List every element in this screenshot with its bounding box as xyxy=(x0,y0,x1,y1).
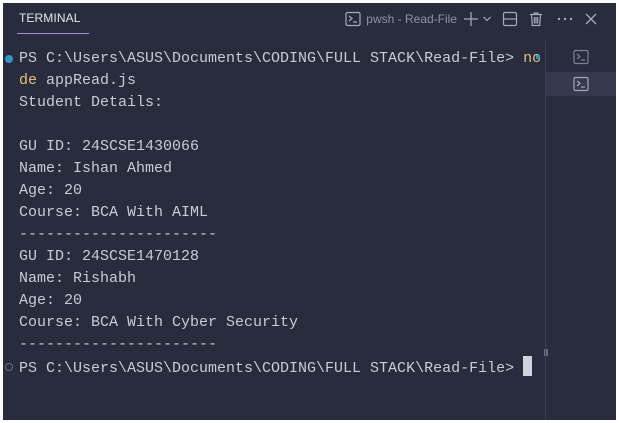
terminal-name: pwsh - Read-File xyxy=(366,12,457,26)
prompt: PS C:\Users\ASUS\Documents\CODING\FULL S… xyxy=(19,50,524,67)
text-cursor xyxy=(523,356,533,376)
chevron-down-icon[interactable] xyxy=(482,11,492,27)
terminal-tab-2[interactable] xyxy=(546,72,616,96)
split-terminal-button[interactable] xyxy=(502,8,518,30)
output-line: Age: 20 xyxy=(19,292,83,309)
command-line-wrap: de appRead.js xyxy=(19,70,544,92)
terminal-output[interactable]: PS C:\Users\ASUS\Documents\CODING\FULL S… xyxy=(5,48,544,378)
output-line: GU ID: 24SCSE1430066 xyxy=(19,138,200,155)
trash-icon xyxy=(530,12,542,27)
terminal-actions: pwsh - Read-File xyxy=(339,8,616,30)
scrollbar-marker xyxy=(536,55,540,59)
split-icon xyxy=(502,11,518,27)
close-panel-button[interactable] xyxy=(584,8,598,30)
command-decoration[interactable] xyxy=(5,363,13,371)
output-line: Student Details: xyxy=(19,94,164,111)
command-args: appRead.js xyxy=(37,72,137,89)
prompt-line: PS C:\Users\ASUS\Documents\CODING\FULL S… xyxy=(5,356,544,378)
terminal-icon xyxy=(573,49,589,65)
terminal-icon xyxy=(345,11,361,27)
command-line: PS C:\Users\ASUS\Documents\CODING\FULL S… xyxy=(5,48,544,70)
output-line: ---------------------- xyxy=(19,226,218,243)
output-line: GU ID: 24SCSE1470128 xyxy=(19,248,200,265)
active-tab-indicator xyxy=(17,33,89,34)
output-line: Age: 20 xyxy=(19,182,83,199)
new-terminal-button[interactable] xyxy=(463,8,492,30)
terminal-selector[interactable]: pwsh - Read-File xyxy=(345,8,457,30)
terminal-tab-1[interactable] xyxy=(546,45,616,69)
plus-icon xyxy=(464,12,478,26)
terminal-icon xyxy=(573,76,589,92)
output-line: Course: BCA With AIML xyxy=(19,204,209,221)
terminal-panel: TERMINAL pwsh - Read-File PS C:\Users\AS… xyxy=(3,3,616,420)
command-name-wrap: de xyxy=(19,72,38,89)
panel-header: TERMINAL pwsh - Read-File xyxy=(3,3,616,37)
output-line: Name: Rishabh xyxy=(19,270,137,287)
more-icon xyxy=(557,17,573,21)
more-actions-button[interactable] xyxy=(556,8,574,30)
prompt: PS C:\Users\ASUS\Documents\CODING\FULL S… xyxy=(19,360,524,377)
terminal-tabs-divider[interactable] xyxy=(545,41,546,420)
output-line: ---------------------- xyxy=(19,336,218,353)
kill-terminal-button[interactable] xyxy=(528,8,544,30)
tab-terminal[interactable]: TERMINAL xyxy=(19,11,80,25)
output-line: Course: BCA With Cyber Security xyxy=(19,314,299,331)
output-line: Name: Ishan Ahmed xyxy=(19,160,173,177)
close-icon xyxy=(585,13,597,25)
command-success-decoration[interactable] xyxy=(5,55,13,63)
